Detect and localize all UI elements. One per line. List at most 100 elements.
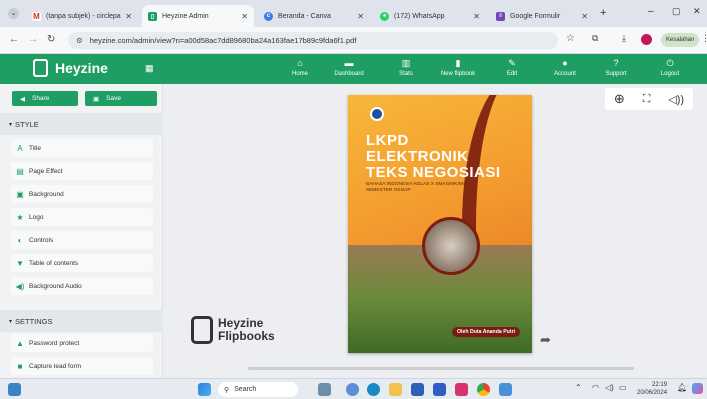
address-bar[interactable]: ⚙ heyzine.com/admin/view?n=a00d58ac7dd89… <box>68 32 558 49</box>
notification-icon[interactable]: 🔔︎ <box>677 383 687 392</box>
file-explorer-icon[interactable] <box>389 383 402 396</box>
maximize-icon[interactable]: ▢ <box>672 6 681 17</box>
photos-icon[interactable] <box>499 383 512 396</box>
sidebar-item-page-effect[interactable]: ▤ Page Effect <box>11 162 153 180</box>
new-file-icon: ▮ <box>455 58 461 68</box>
form-icon: ■ <box>17 361 23 371</box>
speaker-icon[interactable]: ◁)) <box>668 93 684 106</box>
tab-gmail[interactable]: M (tanpa subjek) - circlepa ✕ <box>26 5 138 27</box>
tab-whatsapp[interactable]: ● (172) WhatsApp ✕ <box>374 5 486 27</box>
sidebar-item-label: Logo <box>29 213 44 221</box>
sidebar-item-label: Table of contents <box>29 259 79 267</box>
site-info-icon[interactable]: ⚙ <box>76 36 83 45</box>
tut-wuri-logo-icon <box>370 107 384 121</box>
forward-icon[interactable]: → <box>28 34 38 45</box>
nav-edit[interactable]: ✎ Edit <box>490 58 534 77</box>
heyzine-watermark: Heyzine Flipbooks <box>191 316 275 344</box>
app-header: Heyzine ▦ ⌂ Home ▬ Dashboard ▥ Stats ▮ New flip… <box>0 54 707 84</box>
profile-error-badge[interactable]: Kesalahan <box>661 33 700 47</box>
sidebar-item-password-protect[interactable]: ▲ Password protect <box>11 334 153 352</box>
nav-account[interactable]: ● Account <box>543 58 587 77</box>
nav-label: Home <box>291 71 308 77</box>
sidebar-item-background-audio[interactable]: ◀) Background Audio <box>11 277 153 295</box>
nav-label: Dashboard <box>334 71 364 77</box>
tab-label: Heyzine Admin <box>162 12 209 20</box>
mail-icon[interactable] <box>455 383 468 396</box>
cover-title-line3: TEKS NEGOSIASI <box>366 164 501 181</box>
tray-expand-icon[interactable]: ⌃ <box>575 383 582 392</box>
battery-icon[interactable]: ▭ <box>619 383 627 392</box>
gmail-icon: M <box>32 11 41 21</box>
close-icon[interactable]: ✕ <box>473 12 480 21</box>
search-placeholder: Search <box>234 386 257 393</box>
edge-icon[interactable] <box>367 383 380 396</box>
fullscreen-icon[interactable]: ⛶ <box>643 93 651 106</box>
sidebar-item-label: Capture lead form <box>29 362 82 370</box>
sidebar-item-capture-lead-form[interactable]: ■ Capture lead form <box>11 357 153 375</box>
minimize-icon[interactable]: – <box>648 6 654 17</box>
nav-stats[interactable]: ▥ Stats <box>384 58 428 77</box>
close-icon[interactable]: ✕ <box>241 12 248 21</box>
sidebar-toggle-icon[interactable]: ▦ <box>145 63 154 74</box>
share-button[interactable]: ◀ Share <box>12 91 78 106</box>
nav-dashboard[interactable]: ▬ Dashboard <box>327 58 371 77</box>
tab-canva[interactable]: c Beranda - Canva ✕ <box>258 5 370 27</box>
menu-icon[interactable]: ⋮ <box>701 33 707 44</box>
browser-tab-strip: ⌄ M (tanpa subjek) - circlepa ✕ ▯ Heyzin… <box>0 0 707 27</box>
close-icon[interactable]: ✕ <box>125 12 132 21</box>
tab-list-icon[interactable]: ⌄ <box>8 8 19 19</box>
volume-icon[interactable]: ◁) <box>605 383 614 392</box>
download-icon[interactable]: ⤓ <box>622 33 626 44</box>
wifi-icon[interactable]: ◠ <box>592 383 599 392</box>
sidebar-item-title[interactable]: A Title <box>11 139 153 157</box>
url-text: heyzine.com/admin/view?n=a00d58ac7dd8968… <box>89 36 357 45</box>
cover-title-line1: LKPD <box>366 132 409 149</box>
word-icon[interactable] <box>433 383 446 396</box>
sidebar-item-controls[interactable]: ◐ Controls <box>11 231 153 249</box>
close-icon[interactable]: ✕ <box>357 12 364 21</box>
page-effect-icon: ▤ <box>16 166 24 176</box>
weather-app-icon[interactable] <box>318 383 331 396</box>
widgets-icon[interactable] <box>8 383 21 396</box>
tab-google-forms[interactable]: ≡ Google Formulir ✕ <box>490 5 594 27</box>
style-section-header[interactable]: ▾ STYLE <box>0 113 163 135</box>
start-icon[interactable] <box>198 383 211 396</box>
chrome-icon[interactable] <box>477 383 490 396</box>
share-icon: ◀ <box>20 95 25 103</box>
nav-label: New flipbook <box>440 71 476 77</box>
close-window-icon[interactable]: ✕ <box>693 6 701 17</box>
sidebar-item-background[interactable]: ▣ Background <box>11 185 153 203</box>
nav-logout[interactable]: ⏻ Logout <box>648 58 692 77</box>
nav-home[interactable]: ⌂ Home <box>278 58 322 77</box>
image-icon: ▣ <box>16 189 24 199</box>
flipbook-cover-page[interactable]: LKPD ELEKTRONIK TEKS NEGOSIASI BAHASA IN… <box>348 95 532 353</box>
caret-down-icon: ▾ <box>9 318 13 325</box>
chat-app-icon[interactable] <box>346 383 359 396</box>
sidebar-item-label: Background Audio <box>29 282 82 290</box>
close-icon[interactable]: ✕ <box>581 12 588 21</box>
whatsapp-icon: ● <box>380 11 389 21</box>
nav-support[interactable]: ? Support <box>594 58 638 77</box>
back-icon[interactable]: ← <box>9 34 19 45</box>
sidebar-item-table-of-contents[interactable]: ▼ Table of contents <box>11 254 153 272</box>
new-tab-icon[interactable]: + <box>600 7 606 19</box>
question-icon: ? <box>613 58 619 68</box>
taskbar-search[interactable]: ⚲ Search <box>218 382 298 397</box>
bookmark-star-icon[interactable]: ☆ <box>566 33 575 44</box>
save-button[interactable]: ▣ Save <box>85 91 157 106</box>
copilot-icon[interactable] <box>692 383 703 394</box>
share-page-icon[interactable]: ➦ <box>540 332 551 348</box>
stats-icon: ▥ <box>401 58 411 68</box>
extensions-icon[interactable]: ⧉ <box>592 33 598 44</box>
zoom-in-icon[interactable]: ⊕ <box>614 91 625 107</box>
tab-heyzine-admin[interactable]: ▯ Heyzine Admin ✕ <box>142 5 254 27</box>
avatar[interactable] <box>641 34 652 45</box>
sidebar-item-logo[interactable]: ★ Logo <box>11 208 153 226</box>
settings-section-header[interactable]: ▾ SETTINGS <box>0 310 163 332</box>
heyzine-icon: ▯ <box>148 11 157 21</box>
reload-icon[interactable]: ↻ <box>47 34 55 45</box>
viewer-scrollbar[interactable] <box>248 367 634 370</box>
clock[interactable]: 22:19 20/06/2024 <box>637 381 667 397</box>
store-icon[interactable] <box>411 383 424 396</box>
nav-new-flipbook[interactable]: ▮ New flipbook <box>436 58 480 77</box>
